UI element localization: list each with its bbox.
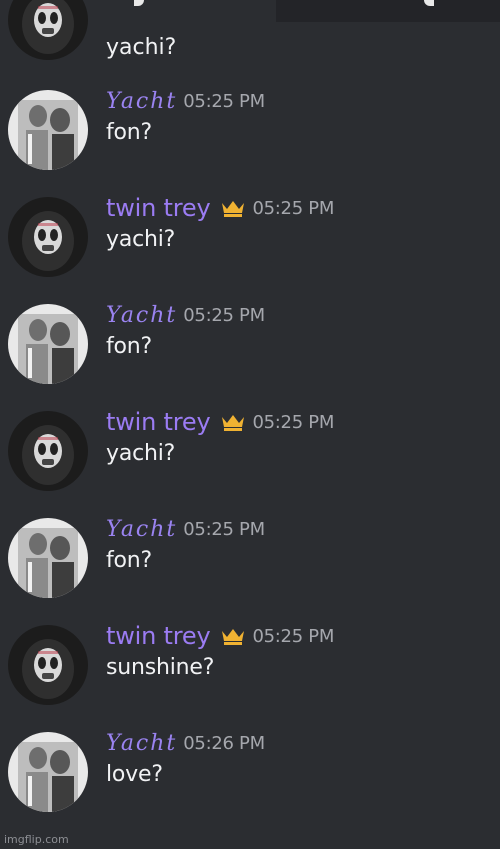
avatar-yacht[interactable] — [8, 90, 88, 170]
timestamp: 05:25 PM — [252, 411, 335, 433]
avatar-yacht[interactable] — [8, 304, 88, 384]
message-text: fon? — [106, 334, 153, 359]
username[interactable]: twin trey — [106, 408, 211, 436]
message-text: fon? — [106, 548, 153, 573]
message-header: twin trey 05:25 PM — [106, 407, 334, 437]
message-header: Yacht 05:25 PM — [106, 86, 265, 116]
watermark: imgflip.com — [4, 833, 69, 846]
timestamp: 05:25 PM — [183, 90, 265, 112]
message-item[interactable]: twin trey 05:25 PM yachi? — [0, 395, 500, 495]
message-item[interactable]: Yacht 05:25 PM fon? — [0, 74, 500, 174]
message-header: Yacht 05:26 PM — [106, 728, 265, 758]
timestamp: 05:25 PM — [183, 518, 265, 540]
message-header: Yacht 05:25 PM — [106, 514, 265, 544]
avatar-twin-trey[interactable] — [8, 0, 88, 60]
message-header: twin trey 05:25 PM — [106, 621, 334, 651]
message-item[interactable]: Yacht 05:26 PM love? — [0, 716, 500, 816]
username[interactable]: twin trey — [106, 622, 211, 650]
message-item[interactable]: Yacht 05:25 PM fon? — [0, 288, 500, 388]
avatar-twin-trey[interactable] — [8, 411, 88, 491]
crown-icon — [222, 415, 245, 431]
message-text: yachi? — [106, 35, 177, 60]
message-header: twin trey 05:25 PM — [106, 193, 334, 223]
username[interactable]: Yacht — [106, 731, 177, 756]
message-header: Yacht 05:25 PM — [106, 300, 265, 330]
username[interactable]: Yacht — [106, 89, 177, 114]
avatar-yacht[interactable] — [8, 518, 88, 598]
avatar-twin-trey[interactable] — [8, 625, 88, 705]
avatar-twin-trey[interactable] — [8, 197, 88, 277]
message-text: love? — [106, 762, 163, 787]
timestamp: 05:25 PM — [252, 197, 335, 219]
timestamp: 05:25 PM — [252, 625, 335, 647]
username[interactable]: twin trey — [106, 194, 211, 222]
username[interactable]: Yacht — [106, 517, 177, 542]
message-item[interactable]: Yacht 05:25 PM fon? — [0, 502, 500, 602]
timestamp: 05:26 PM — [183, 732, 265, 754]
message-text: sunshine? — [106, 655, 215, 680]
username[interactable]: Yacht — [106, 303, 177, 328]
message-text: yachi? — [106, 227, 176, 252]
timestamp: 05:25 PM — [183, 304, 265, 326]
avatar-yacht[interactable] — [8, 732, 88, 812]
message-text: yachi? — [106, 441, 176, 466]
message-item[interactable]: twin trey 05:25 PM yachi? — [0, 181, 500, 281]
crown-icon — [222, 629, 245, 645]
message-item[interactable]: twin trey 05:25 PM sunshine? — [0, 609, 500, 709]
message-text: fon? — [106, 120, 153, 145]
crown-icon — [222, 201, 245, 217]
